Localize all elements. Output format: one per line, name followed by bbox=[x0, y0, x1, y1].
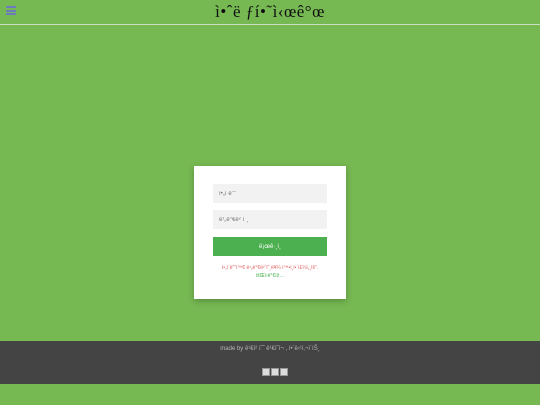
password-input[interactable] bbox=[213, 210, 327, 229]
login-message-text: ì•„ì´ë””ì™€ ë¹„ë°€ë²ˆí˜¸ë¥¼ í™•ì¸í•´ì£¼ì… bbox=[221, 265, 319, 271]
login-card: ë¡œê·¸ì¸ ì•„ì´ë””ì™€ ë¹„ë°€ë²ˆí˜¸ë¥¼ í™•… bbox=[194, 166, 346, 299]
broken-image-icon[interactable] bbox=[271, 368, 279, 376]
id-input[interactable] bbox=[213, 184, 327, 203]
top-bar: ì•ˆë ƒí•˜ì‹œê°œ bbox=[0, 0, 540, 25]
footer-social-icons bbox=[262, 368, 289, 376]
page-title: ì•ˆë ƒí•˜ì‹œê°œ bbox=[215, 2, 325, 21]
bottom-strip bbox=[0, 384, 540, 405]
broken-image-icon[interactable] bbox=[262, 368, 270, 376]
login-button[interactable]: ë¡œê·¸ì¸ bbox=[213, 237, 327, 256]
footer: made by ê¹€ì² ìˆ˜ ê¹€ì˜í¬ , í•´ë‹¹ì‚¬ì´í… bbox=[0, 341, 540, 384]
login-message: ì•„ì´ë””ì™€ ë¹„ë°€ë²ˆí˜¸ë¥¼ í™•ì¸í•´ì£¼ì… bbox=[202, 264, 338, 280]
signup-link[interactable]: íšŒì›ê°€ìž… bbox=[256, 273, 284, 279]
footer-credit: made by ê¹€ì² ìˆ˜ ê¹€ì˜í¬ , í•´ë‹¹ì‚¬ì´í… bbox=[220, 346, 320, 352]
broken-image-icon[interactable] bbox=[280, 368, 288, 376]
